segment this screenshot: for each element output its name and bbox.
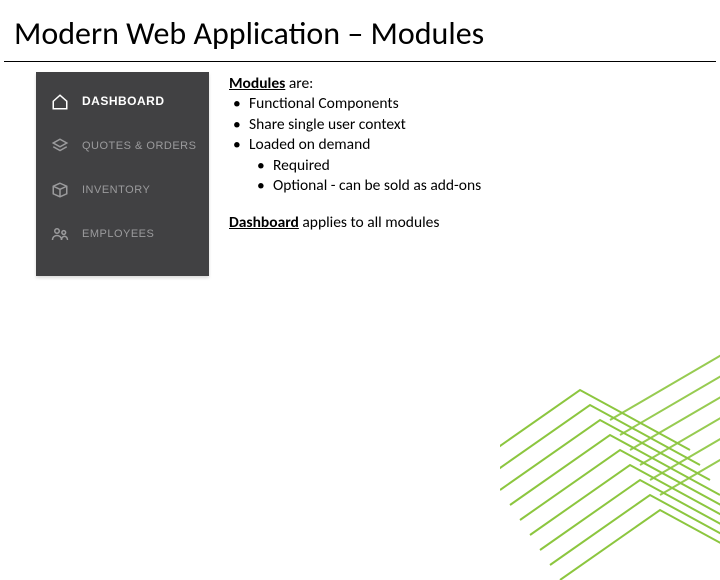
decorative-pattern [500, 320, 720, 580]
sidebar-item-label: DASHBOARD [82, 94, 165, 110]
list-item: Share single user context [229, 115, 481, 135]
modules-heading: Modules are: [229, 74, 481, 94]
bullet-list: Functional Components Share single user … [229, 94, 481, 196]
modules-heading-suffix: are: [285, 74, 313, 93]
slide-title: Modern Web Application – Modules [4, 0, 716, 62]
list-item: Functional Components [229, 94, 481, 114]
layers-icon [50, 136, 70, 156]
people-icon [50, 224, 70, 244]
footer-line: Dashboard applies to all modules [229, 213, 481, 233]
home-icon [50, 92, 70, 112]
modules-heading-prefix: Modules [229, 74, 285, 93]
sidebar-item-dashboard[interactable]: DASHBOARD [36, 80, 209, 124]
sidebar-item-inventory[interactable]: INVENTORY [36, 168, 209, 212]
list-item: Required [253, 156, 481, 176]
body-text: Modules are: Functional Components Share… [229, 72, 481, 276]
sidebar-item-label: INVENTORY [82, 183, 150, 197]
footer-prefix: Dashboard [229, 213, 299, 232]
content-area: DASHBOARD QUOTES & ORDERS INVENTORY [0, 62, 720, 276]
sidebar-item-quotes-orders[interactable]: QUOTES & ORDERS [36, 124, 209, 168]
footer-suffix: applies to all modules [299, 213, 440, 232]
cube-icon [50, 180, 70, 200]
sidebar-item-label: QUOTES & ORDERS [82, 139, 196, 153]
sidebar-item-label: EMPLOYEES [82, 227, 154, 241]
sidebar: DASHBOARD QUOTES & ORDERS INVENTORY [36, 72, 209, 276]
list-item: Optional - can be sold as add-ons [253, 176, 481, 196]
list-item: Loaded on demand Required Optional - can… [229, 135, 481, 196]
sub-bullet-list: Required Optional - can be sold as add-o… [253, 156, 481, 197]
list-item-text: Loaded on demand [249, 135, 370, 154]
sidebar-item-employees[interactable]: EMPLOYEES [36, 212, 209, 256]
